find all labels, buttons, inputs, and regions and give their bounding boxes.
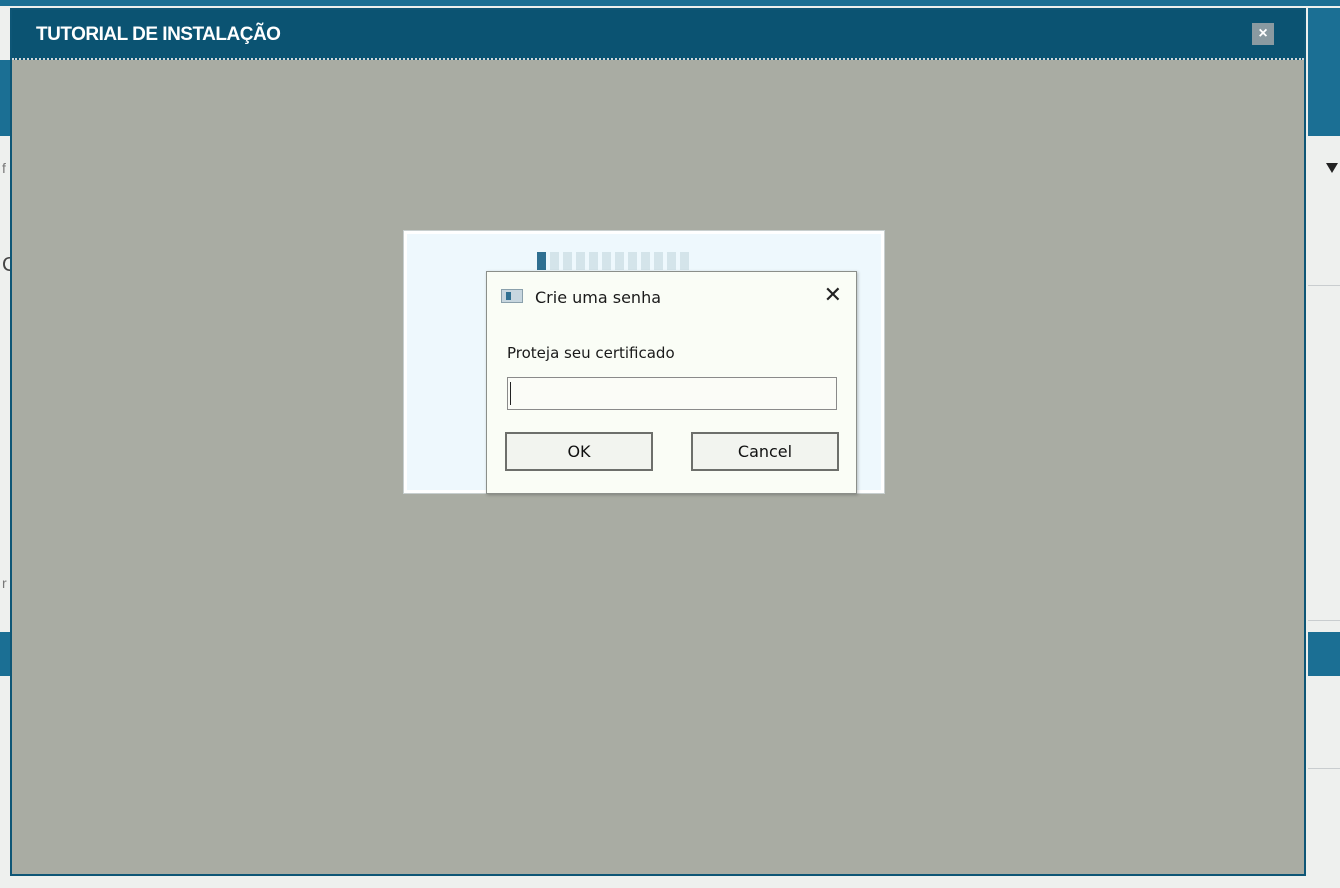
background-dropdown-arrow-icon [1326,163,1338,173]
progress-step [563,252,572,270]
background-right-banner [1308,8,1340,136]
certificate-window-icon [501,289,523,303]
close-icon: × [1258,25,1268,42]
background-footer-strip [1308,632,1340,676]
background-footer-strip [0,632,10,676]
progress-step [537,252,546,270]
modal-title: TUTORIAL DE INSTALAÇÃO [36,24,281,45]
progress-step [667,252,676,270]
cancel-button[interactable]: Cancel [691,432,839,471]
background-header-strip [0,0,1340,6]
progress-step [589,252,598,270]
progress-step [602,252,611,270]
progress-step [615,252,624,270]
progress-step [680,252,689,270]
background-left-banner [0,60,10,136]
password-prompt-label: Proteja seu certificado [507,344,675,362]
background-text-fragment: f [2,160,6,176]
progress-step [628,252,637,270]
ok-button[interactable]: OK [505,432,653,471]
modal-header: TUTORIAL DE INSTALAÇÃO × [12,10,1304,60]
progress-step [641,252,650,270]
background-divider [1308,768,1340,769]
dialog-title: Crie uma senha [535,288,662,307]
progress-step [654,252,663,270]
background-divider [1308,620,1340,621]
progress-step [550,252,559,270]
step-progress-indicator [537,252,689,270]
dialog-close-icon[interactable]: ✕ [824,283,842,308]
modal-close-button[interactable]: × [1252,23,1274,45]
background-text-fragment: r [2,575,7,591]
progress-step [576,252,585,270]
background-divider [1308,285,1340,286]
password-input[interactable] [507,377,837,410]
create-password-dialog: Crie uma senha ✕ Proteja seu certificado… [486,271,857,494]
